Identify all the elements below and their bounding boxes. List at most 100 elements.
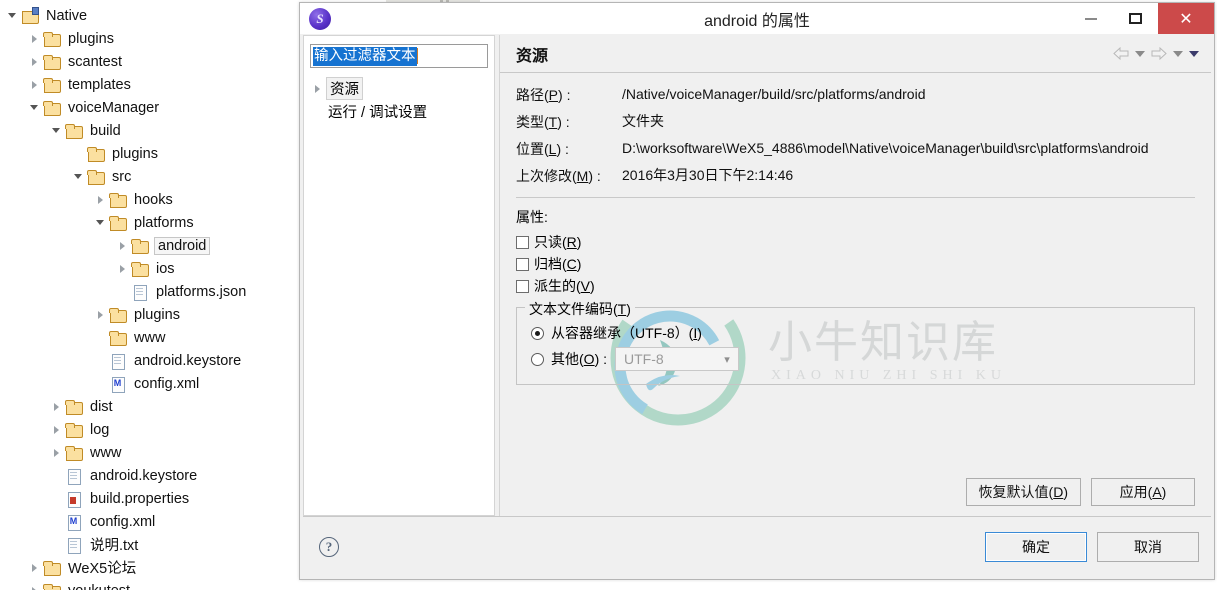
tree-item-platforms[interactable]: platforms — [0, 211, 300, 234]
tree-item-voicemanager[interactable]: voiceManager — [0, 96, 300, 119]
tree-item-native[interactable]: Native — [0, 4, 300, 27]
folder-icon — [42, 76, 62, 94]
filter-input[interactable]: 输入过滤器文本 — [310, 44, 488, 68]
tree-item-templates[interactable]: templates — [0, 73, 300, 96]
nav-item-run-debug-settings[interactable]: 运行 / 调试设置 — [310, 100, 488, 123]
tree-item-log[interactable]: log — [0, 418, 300, 441]
restore-defaults-button[interactable]: 恢复默认值(D) — [965, 478, 1081, 506]
project-explorer-tree[interactable]: Native plugins scantest templates voiceManag… — [0, 0, 300, 590]
tree-item-plugins[interactable]: plugins — [0, 27, 300, 50]
checkbox-派生的[interactable]: 派生的(V) — [516, 275, 1195, 297]
property-label: 路径(P) : — [516, 87, 571, 103]
ok-button[interactable]: 确定 — [985, 531, 1087, 562]
minimize-button[interactable] — [1068, 3, 1113, 34]
tree-item-hooks[interactable]: hooks — [0, 188, 300, 211]
maximize-button[interactable] — [1113, 3, 1158, 34]
tree-item-www[interactable]: www — [0, 441, 300, 464]
tree-item-label: android.keystore — [134, 352, 242, 369]
file-properties-grid: 路径(P) : /Native/voiceManager/build/src/pl… — [516, 85, 1195, 186]
tree-collapsed-chevron-icon[interactable] — [28, 27, 42, 50]
cancel-button[interactable]: 取消 — [1097, 531, 1199, 562]
maximize-icon — [1129, 13, 1142, 24]
tree-item-plugins[interactable]: plugins — [0, 142, 300, 165]
tree-item-label: plugins — [68, 30, 114, 47]
view-menu-chevron-down-icon[interactable] — [1189, 50, 1199, 57]
encoding-select[interactable]: UTF-8 ▾ — [615, 347, 740, 371]
tree-collapsed-chevron-icon[interactable] — [28, 556, 42, 579]
settings-category-tree[interactable]: 资源 运行 / 调试设置 — [310, 77, 488, 123]
close-button[interactable]: ✕ — [1158, 3, 1214, 34]
window-controls: ✕ — [1068, 3, 1214, 34]
tree-item-src[interactable]: src — [0, 165, 300, 188]
tree-item-androidkeystore[interactable]: android.keystore — [0, 464, 300, 487]
tree-expanded-chevron-icon[interactable] — [6, 4, 20, 27]
tree-item-scantest[interactable]: scantest — [0, 50, 300, 73]
tree-collapsed-chevron-icon[interactable] — [310, 77, 326, 100]
tree-collapsed-chevron-icon[interactable] — [116, 257, 130, 280]
file-icon — [130, 283, 150, 301]
tree-item-txt[interactable]: 说明.txt — [0, 533, 300, 556]
forward-arrow-icon[interactable] — [1151, 47, 1167, 60]
wex5-logo-icon — [309, 7, 331, 30]
text-caret — [416, 48, 418, 64]
tree-item-label: plugins — [112, 145, 158, 162]
tree-collapsed-chevron-icon[interactable] — [28, 579, 42, 590]
encoding-inherit-option[interactable]: 从容器继承（UTF-8）(I) — [531, 320, 1182, 346]
xml-icon — [108, 375, 128, 393]
tree-item-label: hooks — [134, 191, 173, 208]
tree-item-configxml[interactable]: config.xml — [0, 510, 300, 533]
tree-item-build[interactable]: build — [0, 119, 300, 142]
tree-item-dist[interactable]: dist — [0, 395, 300, 418]
folder-icon — [42, 99, 62, 117]
tree-expanded-chevron-icon[interactable] — [50, 119, 64, 142]
tree-collapsed-chevron-icon[interactable] — [28, 73, 42, 96]
dialog-titlebar: android 的属性 ✕ — [300, 3, 1214, 34]
nav-item-resource[interactable]: 资源 — [310, 77, 488, 100]
tree-item-label: 说明.txt — [90, 538, 139, 554]
tree-item-plugins[interactable]: plugins — [0, 303, 300, 326]
page-header: 资源 — [500, 35, 1211, 73]
property-label: 类型(T) : — [516, 114, 570, 130]
encoding-select-value: UTF-8 — [624, 351, 664, 367]
tree-item-wex5[interactable]: WeX5论坛 — [0, 556, 300, 579]
tree-collapsed-chevron-icon[interactable] — [94, 188, 108, 211]
tree-item-buildproperties[interactable]: build.properties — [0, 487, 300, 510]
tree-item-label: build.properties — [90, 490, 190, 507]
encoding-inherit-label: 从容器继承（UTF-8）(I) — [551, 325, 702, 341]
help-icon[interactable]: ? — [319, 536, 339, 557]
tree-collapsed-chevron-icon[interactable] — [94, 303, 108, 326]
tree-item-label: www — [90, 444, 122, 461]
tree-item-platformsjson[interactable]: platforms.json — [0, 280, 300, 303]
tree-item-androidkeystore[interactable]: android.keystore — [0, 349, 300, 372]
tree-item-android[interactable]: android — [0, 234, 300, 257]
back-menu-chevron-down-icon[interactable] — [1135, 50, 1145, 57]
tree-collapsed-chevron-icon[interactable] — [28, 50, 42, 73]
checkbox-只读[interactable]: 只读(R) — [516, 231, 1195, 253]
tree-expanded-chevron-icon[interactable] — [72, 165, 86, 188]
tree-expanded-chevron-icon[interactable] — [28, 96, 42, 119]
tree-item-www[interactable]: www — [0, 326, 300, 349]
attributes-label: 属性: — [516, 209, 548, 225]
encoding-other-option[interactable]: 其他(O) : UTF-8 ▾ — [531, 346, 1182, 372]
tree-collapsed-chevron-icon[interactable] — [50, 441, 64, 464]
encoding-other-label: 其他(O) : — [551, 351, 608, 367]
tree-collapsed-chevron-icon[interactable] — [50, 395, 64, 418]
checkbox-归档[interactable]: 归档(C) — [516, 253, 1195, 275]
tree-collapsed-chevron-icon[interactable] — [116, 234, 130, 257]
tree-item-label: android — [154, 236, 211, 255]
settings-nav-pane: 输入过滤器文本 资源 运行 / 调试设置 — [303, 35, 495, 516]
page-nav-icons — [1113, 47, 1199, 60]
back-arrow-icon[interactable] — [1113, 47, 1129, 60]
page-title: 资源 — [516, 47, 549, 65]
apply-button[interactable]: 应用(A) — [1091, 478, 1195, 506]
tree-collapsed-chevron-icon[interactable] — [50, 418, 64, 441]
tree-expanded-chevron-icon[interactable] — [94, 211, 108, 234]
tree-item-label: config.xml — [90, 513, 156, 530]
tree-item-youkutest[interactable]: youkutest — [0, 579, 300, 590]
tree-item-ios[interactable]: ios — [0, 257, 300, 280]
checkbox-unchecked-icon — [516, 257, 529, 271]
forward-menu-chevron-down-icon[interactable] — [1173, 50, 1183, 57]
folder-icon — [86, 168, 106, 186]
tree-item-configxml[interactable]: config.xml — [0, 372, 300, 395]
